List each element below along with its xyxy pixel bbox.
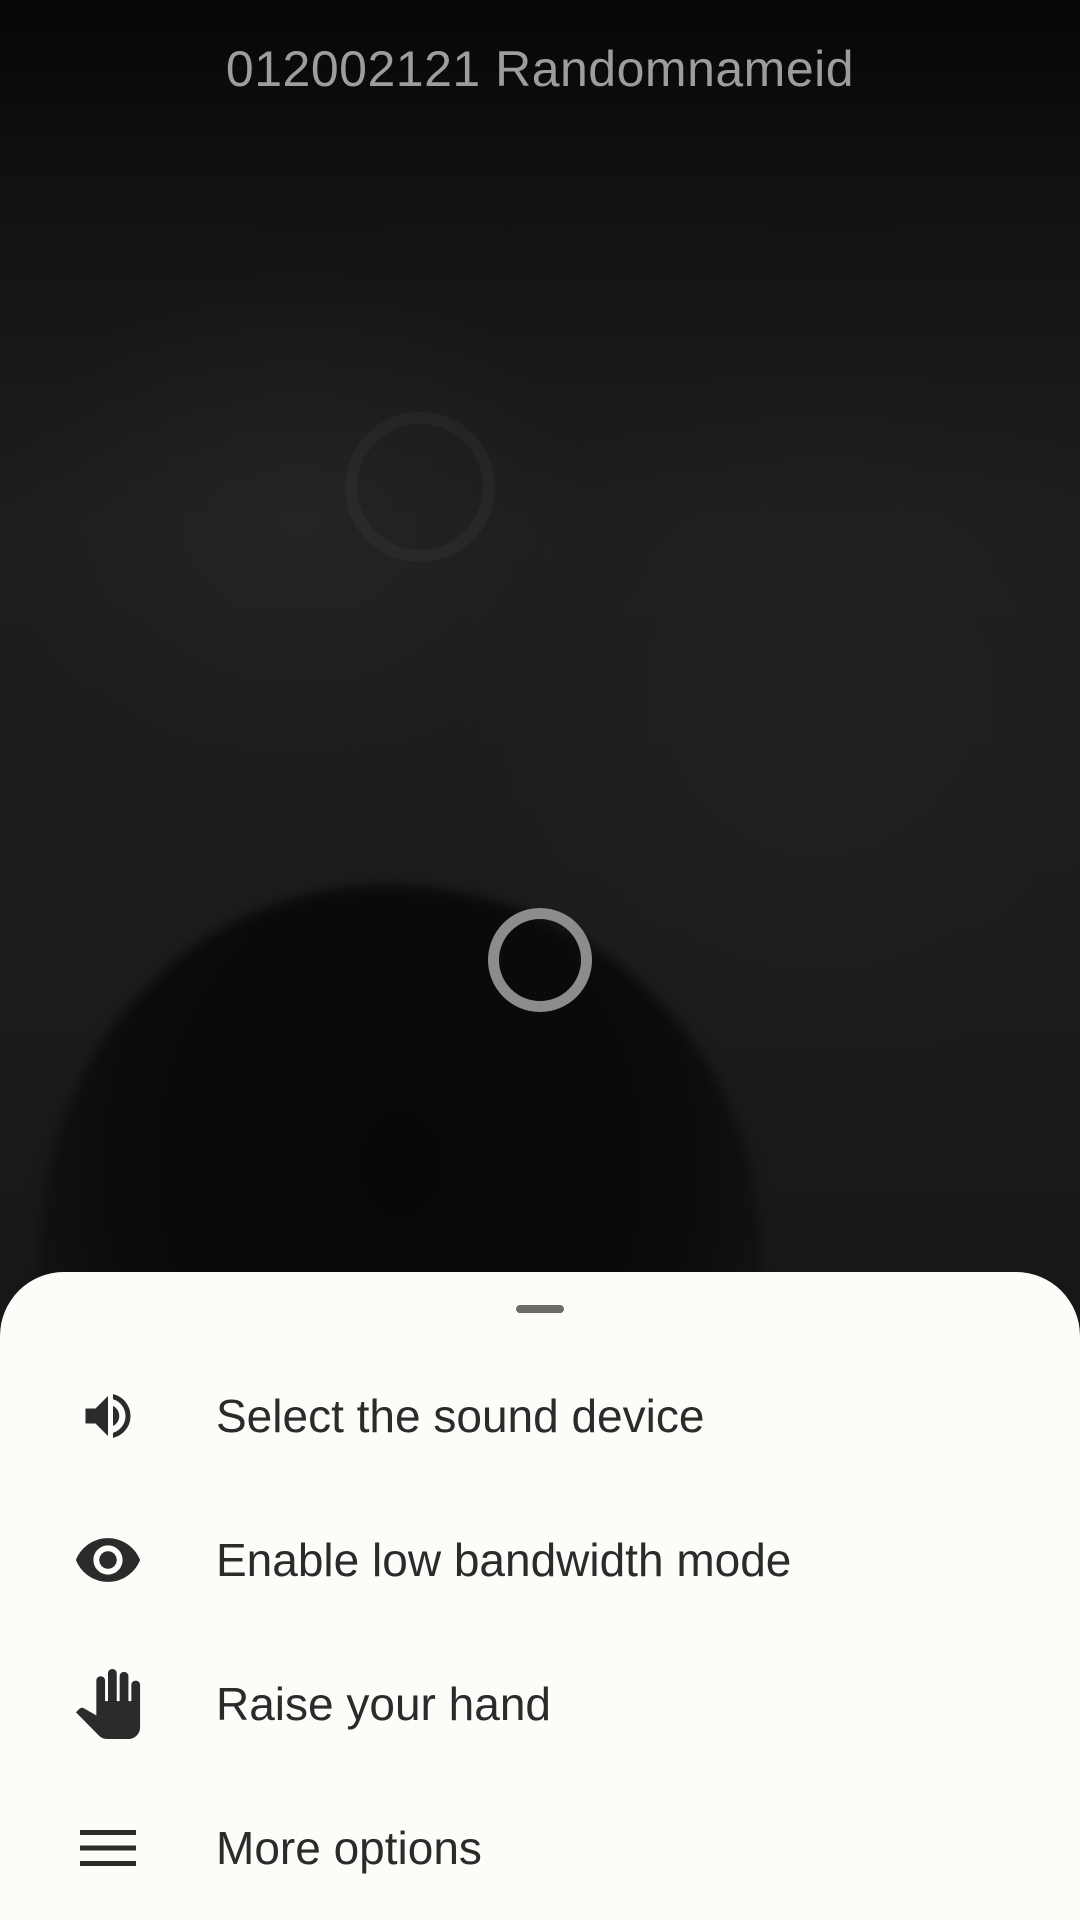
eye-icon xyxy=(0,1525,216,1595)
hand-icon xyxy=(0,1667,216,1741)
bottom-sheet: Select the sound device Enable low bandw… xyxy=(0,1272,1080,1920)
select-sound-device-item[interactable]: Select the sound device xyxy=(0,1344,1080,1488)
raise-hand-item[interactable]: Raise your hand xyxy=(0,1632,1080,1776)
options-menu: Select the sound device Enable low bandw… xyxy=(0,1344,1080,1920)
volume-icon xyxy=(0,1386,216,1446)
menu-item-label: Select the sound device xyxy=(216,1390,705,1442)
low-bandwidth-mode-item[interactable]: Enable low bandwidth mode xyxy=(0,1488,1080,1632)
menu-item-label: Enable low bandwidth mode xyxy=(216,1534,792,1586)
loading-spinner xyxy=(488,908,592,1012)
call-title: 012002121 Randomnameid xyxy=(225,41,855,97)
menu-item-label: Raise your hand xyxy=(216,1678,551,1730)
more-options-item[interactable]: More options xyxy=(0,1776,1080,1920)
video-artifact xyxy=(345,412,495,562)
menu-item-label: More options xyxy=(216,1822,482,1874)
drag-handle[interactable] xyxy=(516,1305,564,1313)
menu-icon xyxy=(0,1828,216,1868)
